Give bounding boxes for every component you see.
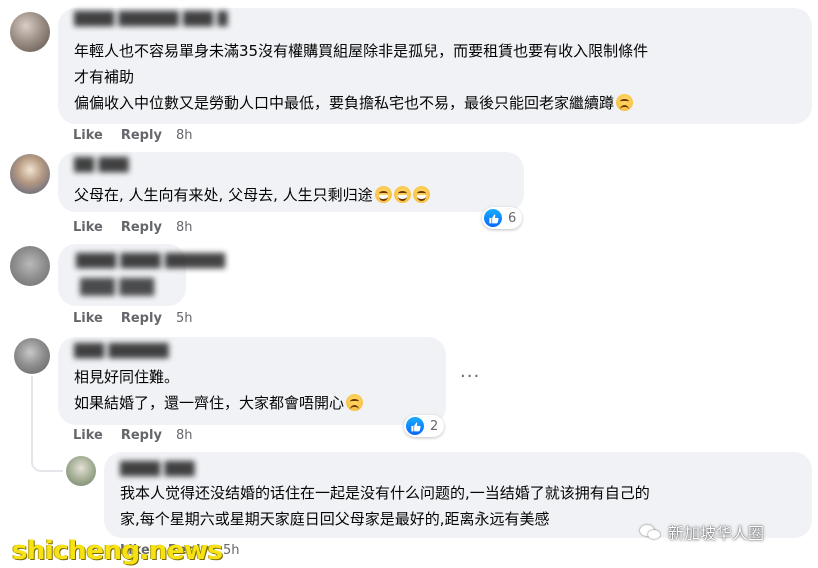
- grinning-face-emoji-icon: [412, 186, 430, 203]
- thumbs-up-icon: [406, 417, 424, 435]
- comment-text: 父母在, 人生向有来处, 父母去, 人生只剩归途: [74, 186, 373, 204]
- like-button[interactable]: Like: [73, 311, 103, 326]
- comment-text-line: 我本人觉得还没结婚的话住在一起是没有什么问题的,一当结婚了就该拥有自己的: [120, 484, 650, 502]
- reply-button[interactable]: Reply: [121, 311, 162, 326]
- reaction-count: 6: [508, 210, 517, 226]
- watermark-brand-text: 新加坡华人圈: [668, 524, 765, 543]
- comment-text-line: 如果結婚了，還一齊住，大家都會唔開心: [74, 390, 364, 416]
- comment-text-line: ███ ███: [80, 278, 154, 296]
- reply-button[interactable]: Reply: [121, 128, 162, 143]
- comment-actions: Like Reply 8h: [73, 128, 192, 143]
- comment-text-line: 偏偏收入中位數又是勞動人口中最低，要負擔私宅也不易，最後只能回老家繼續蹲: [74, 90, 634, 116]
- reaction-summary[interactable]: 2: [404, 415, 445, 437]
- watermark-brand: 新加坡华人圈: [640, 520, 764, 544]
- comment-author[interactable]: ██ ███: [74, 158, 129, 173]
- thread-connector: [31, 452, 63, 472]
- comment-text-line: 父母在, 人生向有来处, 父母去, 人生只剩归途: [74, 182, 430, 208]
- comment-author[interactable]: ███ ██████: [74, 344, 169, 359]
- avatar[interactable]: [14, 338, 50, 374]
- thumbs-up-icon: [484, 209, 502, 227]
- comment-author[interactable]: ████ ██████ ███ █: [74, 12, 228, 27]
- comment-text-line: 才有補助: [74, 68, 135, 86]
- wechat-logo-icon: [640, 523, 662, 541]
- like-button[interactable]: Like: [73, 428, 103, 443]
- reaction-summary[interactable]: 6: [482, 207, 523, 229]
- timestamp[interactable]: 8h: [176, 128, 193, 143]
- thread-line: [31, 376, 33, 462]
- sad-face-emoji-icon: [616, 94, 634, 111]
- avatar[interactable]: [10, 154, 50, 194]
- avatar[interactable]: [10, 246, 50, 286]
- reaction-count: 2: [430, 418, 439, 434]
- comment-author[interactable]: ████ ████ ██████: [76, 254, 225, 269]
- avatar[interactable]: [66, 456, 96, 486]
- reply-button[interactable]: Reply: [121, 428, 162, 443]
- comment-text: 如果結婚了，還一齊住，大家都會唔開心: [74, 394, 345, 412]
- timestamp[interactable]: 8h: [176, 220, 193, 235]
- more-options-icon[interactable]: ···: [460, 366, 480, 387]
- comment-actions: Like Reply 5h: [73, 311, 192, 326]
- comment-text-line: 相見好同住難。: [74, 368, 180, 386]
- grinning-face-emoji-icon: [393, 186, 411, 203]
- like-button[interactable]: Like: [73, 220, 103, 235]
- comment-text-line: 年輕人也不容易單身未滿35沒有權購買組屋除非是孤兒，而要租賃也要有收入限制條件: [74, 42, 649, 60]
- comment-actions: Like Reply 8h: [73, 220, 192, 235]
- avatar[interactable]: [10, 12, 50, 52]
- timestamp[interactable]: 5h: [223, 543, 240, 558]
- comment-text: 偏偏收入中位數又是勞動人口中最低，要負擔私宅也不易，最後只能回老家繼續蹲: [74, 94, 615, 112]
- reply-button[interactable]: Reply: [121, 220, 162, 235]
- comment-author[interactable]: ████ ███: [120, 462, 195, 477]
- grinning-face-emoji-icon: [374, 186, 392, 203]
- timestamp[interactable]: 8h: [176, 428, 193, 443]
- like-button[interactable]: Like: [73, 128, 103, 143]
- comment-actions: Like Reply 8h: [73, 428, 192, 443]
- timestamp[interactable]: 5h: [176, 311, 193, 326]
- comment-text-line: 家,每个星期六或星期天家庭日回父母家是最好的,距离永远有美感: [120, 510, 550, 528]
- watermark-text: shicheng.news: [12, 536, 223, 566]
- tired-face-emoji-icon: [346, 394, 364, 411]
